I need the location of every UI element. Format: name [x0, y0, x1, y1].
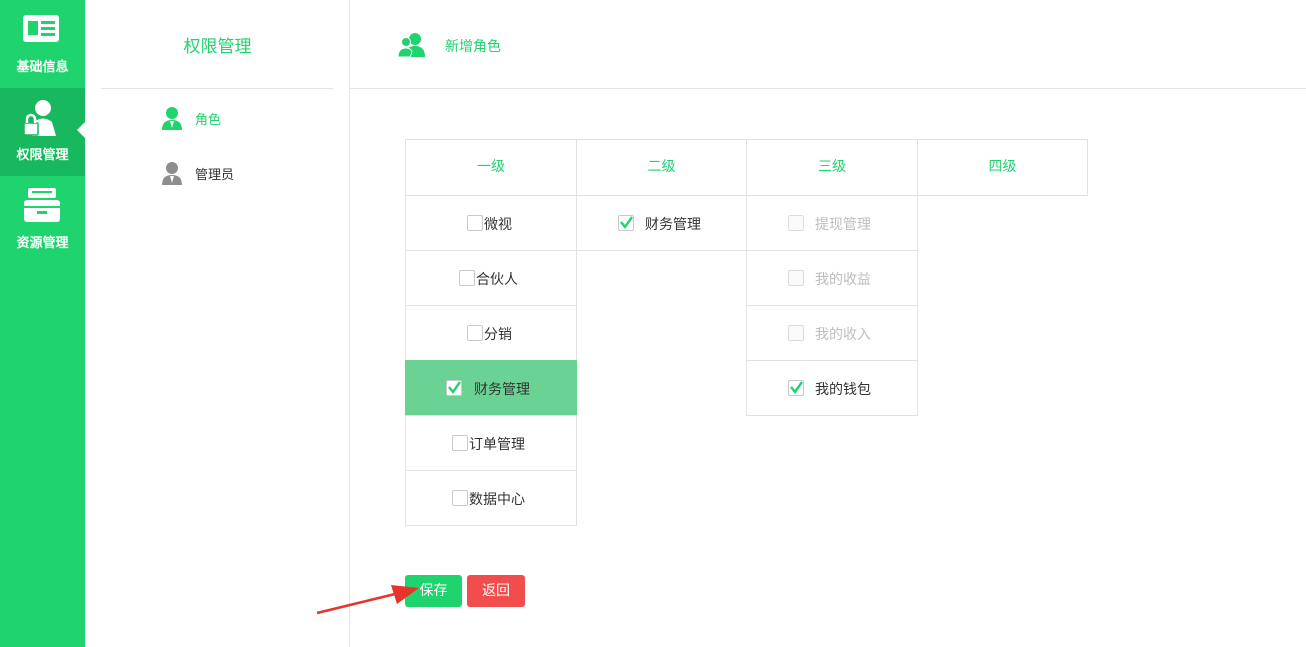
- checkbox-disabled[interactable]: [788, 215, 804, 231]
- user-lock-icon: [23, 100, 56, 136]
- level3-option-wallet[interactable]: 我的钱包: [746, 360, 918, 416]
- checkbox[interactable]: [452, 435, 468, 451]
- sidebar-title: 权限管理: [183, 37, 252, 57]
- level3-option-income[interactable]: 我的收入: [746, 305, 918, 361]
- content-header: 新增角色: [350, 0, 1306, 89]
- main-nav-rail: 基础信息 权限管理 资源管理: [0, 0, 85, 647]
- archive-box-icon: [24, 188, 60, 222]
- nav-permission-management[interactable]: 权限管理: [0, 88, 85, 176]
- column-header-level-2: 二级: [576, 139, 747, 196]
- secondary-sidebar: 权限管理 角色 管理员: [85, 0, 350, 647]
- nav-basic-info-label: 基础信息: [16, 60, 69, 75]
- column-header-level-3: 三级: [746, 139, 918, 196]
- checkbox-checked[interactable]: [618, 215, 634, 231]
- active-indicator-notch: [77, 122, 85, 138]
- level1-option-orders[interactable]: 订单管理: [405, 415, 577, 471]
- id-card-icon: [23, 15, 59, 42]
- checkbox[interactable]: [467, 325, 483, 341]
- nav-permission-management-label: 权限管理: [16, 148, 69, 163]
- checkbox[interactable]: [467, 215, 483, 231]
- checkbox-disabled[interactable]: [788, 270, 804, 286]
- checkmark-icon: [620, 216, 633, 229]
- level1-option-weishi[interactable]: 微视: [405, 195, 577, 251]
- user-icon: [162, 107, 182, 130]
- page-title: 新增角色: [445, 39, 501, 55]
- column-header-level-1: 一级: [405, 139, 577, 196]
- annotation-arrow-icon: [316, 585, 419, 615]
- checkbox-disabled[interactable]: [788, 325, 804, 341]
- sidebar-item-role-label: 角色: [195, 113, 222, 128]
- checkbox[interactable]: [452, 490, 468, 506]
- sidebar-item-admin-label: 管理员: [195, 168, 235, 183]
- option-label: 我的钱包: [815, 382, 871, 398]
- sidebar-divider: [101, 88, 333, 89]
- option-label: 我的收入: [815, 327, 871, 343]
- option-label: 财务管理: [474, 382, 530, 398]
- nav-resource-management-label: 资源管理: [16, 236, 69, 251]
- back-button[interactable]: 返回: [467, 575, 525, 607]
- nav-resource-management[interactable]: 资源管理: [0, 176, 85, 264]
- checkbox-checked[interactable]: [446, 380, 462, 396]
- column-header-level-4: 四级: [917, 139, 1088, 196]
- nav-basic-info[interactable]: 基础信息: [0, 0, 85, 88]
- users-icon: [398, 33, 425, 58]
- level2-option-finance[interactable]: 财务管理: [576, 195, 747, 251]
- checkbox-checked[interactable]: [788, 380, 804, 396]
- admin-user-icon: [162, 162, 182, 185]
- option-label: 微视: [484, 217, 512, 233]
- level3-option-withdrawal[interactable]: 提现管理: [746, 195, 918, 251]
- option-label: 财务管理: [645, 217, 701, 233]
- level3-option-earnings[interactable]: 我的收益: [746, 250, 918, 306]
- level1-option-data-center[interactable]: 数据中心: [405, 470, 577, 526]
- checkbox[interactable]: [459, 270, 475, 286]
- level1-option-distribution[interactable]: 分销: [405, 305, 577, 361]
- level1-option-finance[interactable]: 财务管理: [405, 360, 577, 416]
- sidebar-item-admin[interactable]: 管理员: [161, 161, 331, 185]
- level1-option-partner[interactable]: 合伙人: [405, 250, 577, 306]
- checkmark-icon: [790, 381, 803, 394]
- option-label: 分销: [484, 327, 512, 343]
- option-label: 数据中心: [469, 492, 525, 508]
- option-label: 我的收益: [815, 272, 871, 288]
- option-label: 提现管理: [815, 217, 871, 233]
- option-label: 合伙人: [476, 272, 518, 288]
- checkmark-icon: [448, 381, 461, 394]
- sidebar-item-role[interactable]: 角色: [161, 106, 331, 130]
- option-label: 订单管理: [469, 437, 525, 453]
